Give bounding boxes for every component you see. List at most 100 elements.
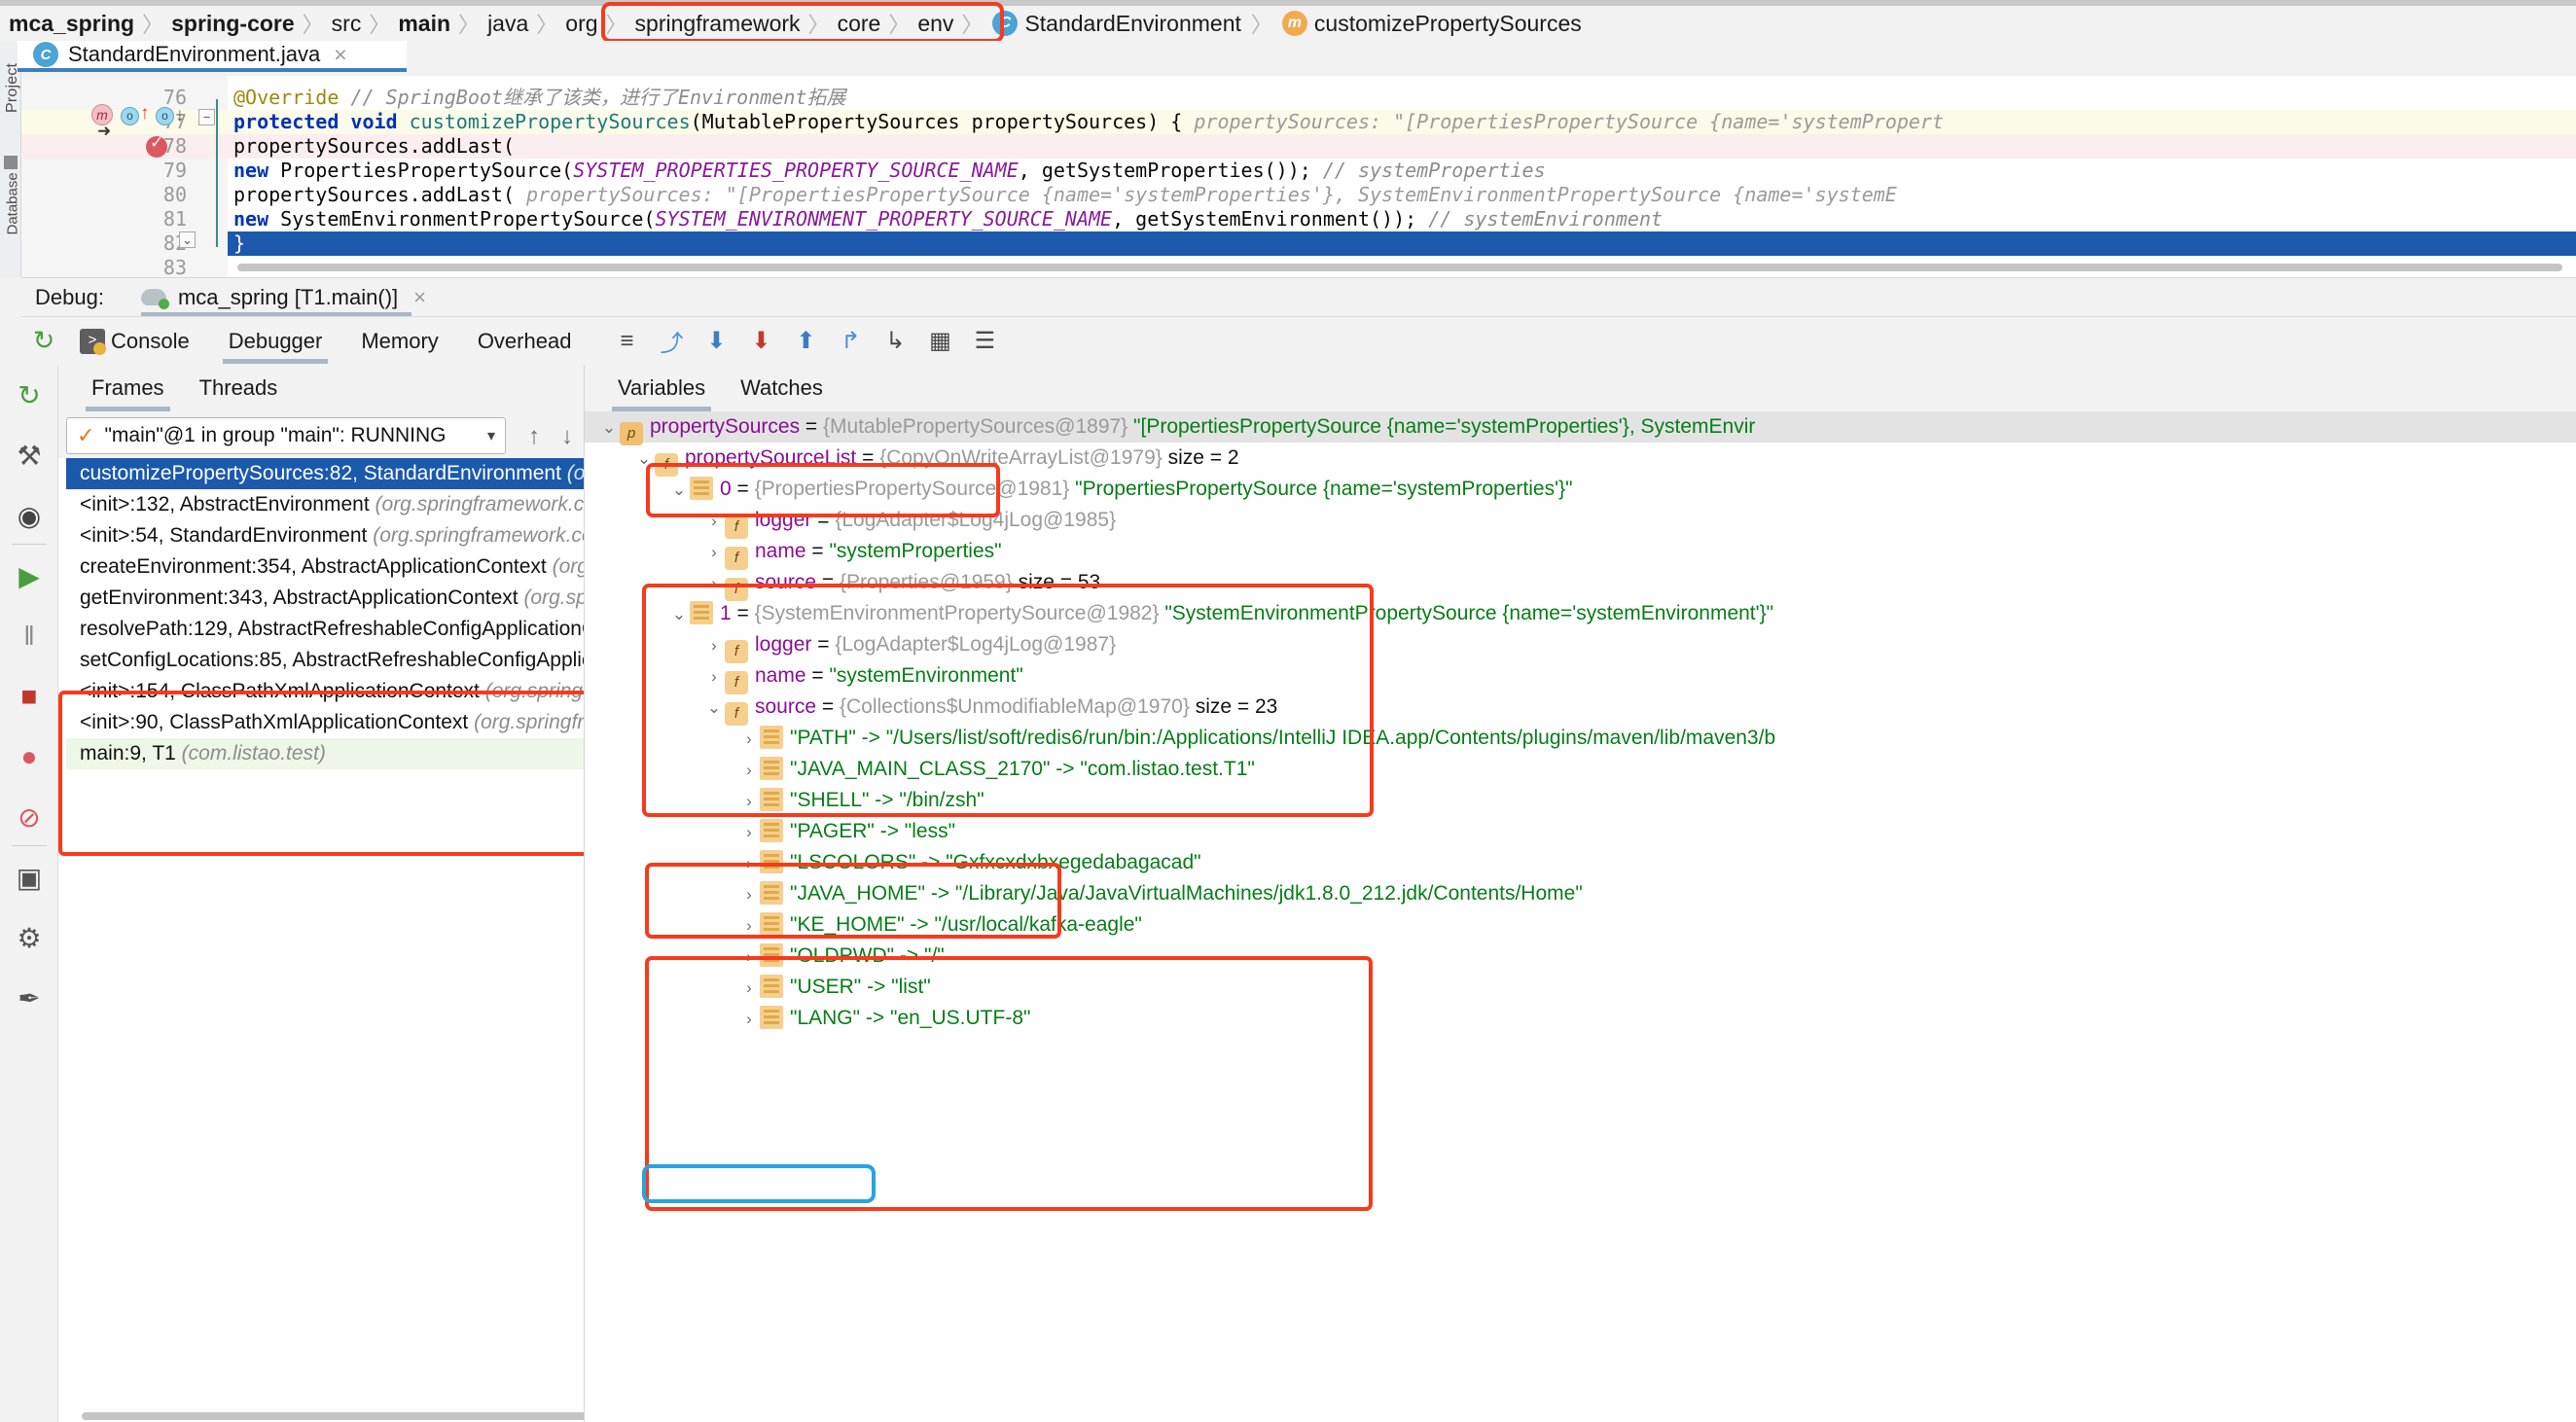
variable-row[interactable]: › "KE_HOME" -> "/usr/local/kafka-eagle" bbox=[585, 909, 2576, 941]
frames-horizontal-scrollbar[interactable] bbox=[82, 1412, 626, 1420]
frame-up-button[interactable]: ↑ bbox=[519, 423, 549, 450]
frame-row[interactable]: <init>:90, ClassPathXmlApplicationContex… bbox=[66, 707, 584, 738]
chevron-down-icon[interactable]: ⌄ bbox=[703, 693, 725, 724]
thread-selector[interactable]: ✓ "main"@1 in group "main": RUNNING ▾ bbox=[66, 417, 506, 454]
resume-icon[interactable]: ▶ bbox=[0, 546, 58, 606]
close-icon[interactable]: × bbox=[413, 285, 426, 310]
code-line[interactable]: new SystemEnvironmentPropertySource(SYST… bbox=[233, 207, 2576, 231]
code-line[interactable]: new PropertiesPropertySource(SYSTEM_PROP… bbox=[233, 159, 2576, 183]
variable-row[interactable]: › f logger = {LogAdapter$Log4jLog@1987} bbox=[585, 629, 2576, 663]
breadcrumb-item-core[interactable]: core bbox=[833, 11, 886, 37]
drop-frame-icon[interactable]: ↳ bbox=[873, 317, 917, 366]
frame-row[interactable]: setConfigLocations:85, AbstractRefreshab… bbox=[66, 645, 584, 676]
chevron-right-icon[interactable]: › bbox=[703, 537, 725, 568]
code-editor[interactable]: 76 @Override // SpringBoot继承了该类，进行了Envir… bbox=[21, 76, 2576, 277]
tab-console[interactable]: > Console bbox=[66, 317, 209, 366]
editor-horizontal-scrollbar[interactable] bbox=[237, 264, 2562, 271]
rerun-icon[interactable]: ↻ bbox=[21, 317, 66, 366]
tab-debugger[interactable]: Debugger bbox=[209, 317, 342, 366]
chevron-down-icon[interactable]: ▾ bbox=[487, 426, 495, 445]
chevron-right-icon[interactable]: › bbox=[738, 724, 760, 755]
chevron-right-icon[interactable]: › bbox=[738, 786, 760, 817]
code-line[interactable]: propertySources.addLast( bbox=[233, 134, 2576, 159]
wrench-icon[interactable]: ⚒ bbox=[0, 425, 58, 485]
frame-row[interactable]: <init>:132, AbstractEnvironment (org.spr… bbox=[66, 489, 584, 520]
code-line[interactable]: @Override // SpringBoot继承了该类，进行了Environm… bbox=[233, 86, 2576, 110]
editor-tab-standardenvironment[interactable]: C StandardEnvironment.java × bbox=[18, 41, 407, 72]
breadcrumb-item-spring-core[interactable]: spring-core bbox=[166, 11, 300, 37]
stop-icon[interactable]: ■ bbox=[0, 666, 58, 727]
breadcrumb[interactable]: mca_spring 〉 spring-core 〉 src 〉 main 〉 java 〉 org… bbox=[0, 6, 2576, 41]
variable-row[interactable]: › "LSCOLORS" -> "Gxfxcxdxbxegedabagacad" bbox=[585, 847, 2576, 878]
chevron-right-icon[interactable]: › bbox=[738, 755, 760, 786]
chevron-down-icon[interactable]: ⌄ bbox=[598, 412, 620, 444]
frame-row[interactable]: getEnvironment:343, AbstractApplicationC… bbox=[66, 583, 584, 614]
chevron-right-icon[interactable]: › bbox=[738, 1004, 760, 1035]
variable-row[interactable]: › "JAVA_HOME" -> "/Library/Java/JavaVirtu… bbox=[585, 878, 2576, 909]
chevron-down-icon[interactable]: ⌄ bbox=[668, 475, 690, 506]
chevron-right-icon[interactable]: › bbox=[738, 973, 760, 1004]
force-step-into-icon[interactable]: ⬇ bbox=[738, 317, 783, 366]
rerun-rail-icon[interactable]: ↻ bbox=[0, 365, 58, 425]
frames-list[interactable]: customizePropertySources:82, StandardEnv… bbox=[66, 458, 584, 769]
eye-icon[interactable]: ◉ bbox=[0, 485, 58, 546]
breakpoint-verified-icon[interactable] bbox=[146, 133, 167, 158]
variable-row[interactable]: › "PAGER" -> "less" bbox=[585, 816, 2576, 847]
chevron-right-icon[interactable]: › bbox=[703, 630, 725, 661]
breadcrumb-item-src[interactable]: src bbox=[327, 11, 367, 37]
settings-list-icon[interactable]: ☰ bbox=[962, 317, 1007, 366]
variable-row[interactable]: › f logger = {LogAdapter$Log4jLog@1985} bbox=[585, 505, 2576, 539]
variable-row[interactable]: ⌄ f propertySourceList = {CopyOnWriteArray… bbox=[585, 443, 2576, 477]
variable-row[interactable]: ⌄ p propertySources = {MutablePropertySour… bbox=[585, 411, 2576, 445]
code-line[interactable]: protected void customizePropertySources(… bbox=[233, 110, 2576, 134]
run-to-cursor-icon[interactable]: ↱ bbox=[828, 317, 873, 366]
tab-threads[interactable]: Threads bbox=[182, 365, 296, 411]
pin-icon[interactable]: ✒ bbox=[0, 968, 58, 1028]
variable-row[interactable]: ⌄ 0 = {PropertiesPropertySource@1981} "Pr… bbox=[585, 474, 2576, 505]
evaluate-expression-icon[interactable]: ▦ bbox=[917, 317, 962, 366]
variable-row[interactable]: › f name = "systemProperties" bbox=[585, 536, 2576, 570]
variable-row[interactable]: ⌄ f source = {Collections$UnmodifiableMap@… bbox=[585, 692, 2576, 726]
tab-memory[interactable]: Memory bbox=[341, 317, 457, 366]
override-up-icon[interactable]: o bbox=[121, 107, 139, 125]
frame-row[interactable]: <init>:154, ClassPathXmlApplicationConte… bbox=[66, 676, 584, 707]
variable-row[interactable]: › "SHELL" -> "/bin/zsh" bbox=[585, 785, 2576, 816]
frame-row[interactable]: main:9, T1 (com.listao.test) bbox=[66, 738, 584, 769]
chevron-right-icon[interactable]: › bbox=[703, 506, 725, 537]
chevron-down-icon[interactable]: ⌄ bbox=[633, 444, 655, 475]
frame-row[interactable]: <init>:54, StandardEnvironment (org.spri… bbox=[66, 520, 584, 551]
frame-row[interactable]: resolvePath:129, AbstractRefreshableConf… bbox=[66, 614, 584, 645]
variable-row[interactable]: › f source = {Properties@1959} size = 53 bbox=[585, 567, 2576, 601]
chevron-right-icon[interactable]: › bbox=[738, 848, 760, 879]
variable-row[interactable]: ⌄ 1 = {SystemEnvironmentPropertySource@19… bbox=[585, 598, 2576, 629]
chevron-right-icon[interactable]: › bbox=[703, 661, 725, 693]
breadcrumb-item-env[interactable]: env bbox=[912, 11, 958, 37]
breadcrumb-item-springframework[interactable]: springframework bbox=[630, 11, 805, 37]
frame-row[interactable]: customizePropertySources:82, StandardEnv… bbox=[66, 458, 584, 489]
breadcrumb-item-customizepropertysources[interactable]: m customizePropertySources bbox=[1275, 11, 1589, 37]
camera-icon[interactable]: ▣ bbox=[0, 847, 58, 907]
pause-icon[interactable]: ‖ bbox=[0, 606, 58, 666]
chevron-right-icon[interactable]: › bbox=[738, 879, 760, 910]
variables-tree[interactable]: ⌄ p propertySources = {MutablePropertySour… bbox=[585, 411, 2576, 1422]
chevron-right-icon[interactable]: › bbox=[703, 568, 725, 599]
variable-row[interactable]: › "USER" -> "list" bbox=[585, 972, 2576, 1003]
breadcrumb-item-org[interactable]: org bbox=[560, 11, 602, 37]
variable-row[interactable]: › "JAVA_MAIN_CLASS_2170" -> "com.listao.t… bbox=[585, 754, 2576, 785]
tab-watches[interactable]: Watches bbox=[723, 365, 841, 411]
chevron-right-icon[interactable]: › bbox=[738, 910, 760, 942]
mute-breakpoints-icon[interactable]: ⊘ bbox=[0, 787, 58, 847]
step-over-icon[interactable]: ⤴ bbox=[649, 317, 694, 366]
tab-frames[interactable]: Frames bbox=[74, 365, 182, 411]
variable-row[interactable]: › "OLDPWD" -> "/" bbox=[585, 941, 2576, 972]
frame-row[interactable]: createEnvironment:354, AbstractApplicati… bbox=[66, 551, 584, 583]
tab-variables[interactable]: Variables bbox=[600, 365, 723, 411]
chevron-right-icon[interactable]: › bbox=[738, 942, 760, 973]
layout-icon[interactable]: ≡ bbox=[604, 317, 649, 366]
code-line[interactable]: } bbox=[233, 231, 2576, 256]
chevron-down-icon[interactable]: ⌄ bbox=[668, 599, 690, 630]
breadcrumb-item-java[interactable]: java bbox=[483, 11, 533, 37]
breadcrumb-item-main[interactable]: main bbox=[393, 11, 455, 37]
code-line[interactable]: propertySources.addLast( propertySources… bbox=[233, 183, 2576, 207]
database-tool-label[interactable]: Database bbox=[5, 172, 21, 234]
